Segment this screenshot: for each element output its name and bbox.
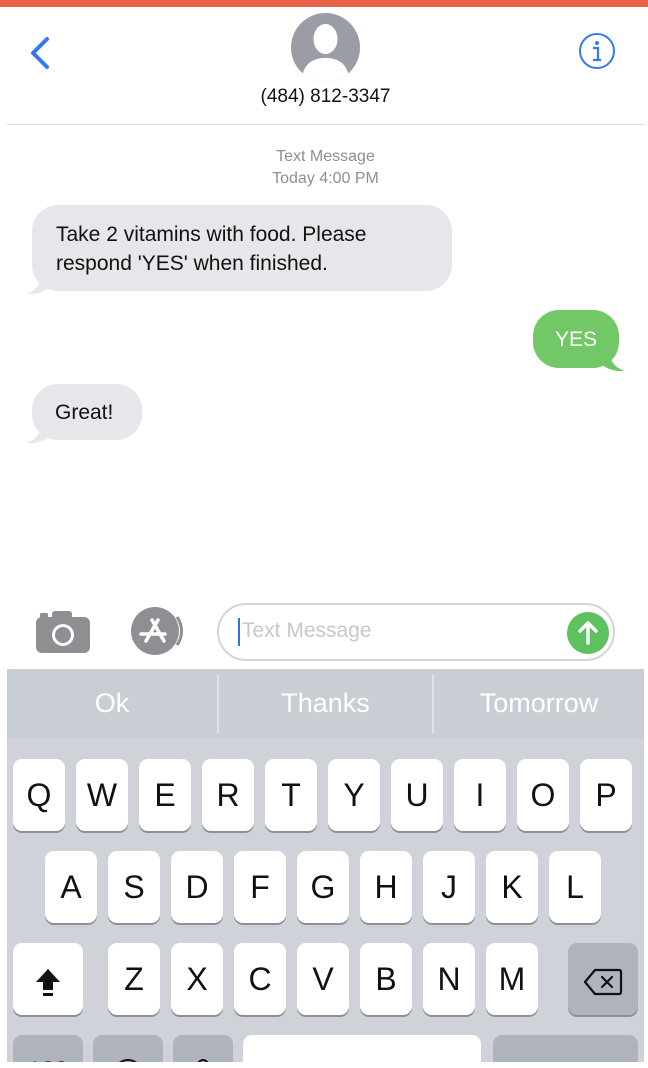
key-w[interactable]: W: [76, 759, 128, 831]
keyboard: Ok Thanks Tomorrow Q W E R T Y U I O P A…: [7, 669, 644, 1062]
key-t[interactable]: T: [265, 759, 317, 831]
message-input[interactable]: Text Message: [217, 603, 615, 661]
space-key[interactable]: space: [243, 1035, 481, 1062]
camera-icon: [36, 611, 90, 653]
message-service-label: Text Message: [276, 148, 375, 165]
key-o[interactable]: O: [517, 759, 569, 831]
send-button[interactable]: [567, 612, 609, 654]
chevron-left-icon: [31, 37, 49, 69]
key-u[interactable]: U: [391, 759, 443, 831]
message-bubble-incoming[interactable]: Take 2 vitamins with food. Please respon…: [32, 205, 452, 291]
emoji-key[interactable]: [93, 1035, 163, 1062]
microphone-icon: [197, 1058, 209, 1062]
text-caret: [238, 618, 240, 646]
contact-number[interactable]: (484) 812-3347: [7, 86, 644, 108]
camera-button[interactable]: [34, 607, 92, 655]
key-c[interactable]: C: [234, 943, 286, 1015]
message-bubble-outgoing[interactable]: YES: [533, 310, 619, 368]
message-timestamp: Today 4:00 PM: [272, 170, 379, 187]
person-silhouette-icon: [301, 24, 350, 82]
key-i[interactable]: I: [454, 759, 506, 831]
numbers-key[interactable]: 123: [13, 1035, 83, 1062]
key-a[interactable]: A: [45, 851, 97, 923]
key-k[interactable]: K: [486, 851, 538, 923]
suggestion-tomorrow[interactable]: Tomorrow: [434, 669, 644, 739]
info-button[interactable]: [577, 31, 617, 71]
app-store-button[interactable]: [125, 604, 189, 658]
key-m[interactable]: M: [486, 943, 538, 1015]
predictive-bar: Ok Thanks Tomorrow: [7, 669, 644, 739]
message-text-line: Take 2 vitamins with food. Please: [56, 223, 367, 246]
message-text-line: respond 'YES' when finished.: [56, 252, 328, 275]
key-e[interactable]: E: [139, 759, 191, 831]
app-store-icon: [131, 607, 184, 655]
info-circle-icon: [579, 33, 615, 69]
delete-key[interactable]: [568, 943, 638, 1015]
conversation-header: (484) 812-3347: [7, 7, 644, 125]
key-y[interactable]: Y: [328, 759, 380, 831]
backspace-icon: [583, 968, 623, 995]
return-key[interactable]: return: [493, 1035, 638, 1062]
key-d[interactable]: D: [171, 851, 223, 923]
key-n[interactable]: N: [423, 943, 475, 1015]
dictation-key[interactable]: [173, 1035, 233, 1062]
key-h[interactable]: H: [360, 851, 412, 923]
shift-key[interactable]: [13, 943, 83, 1015]
key-l[interactable]: L: [549, 851, 601, 923]
emoji-icon: [118, 1058, 138, 1062]
key-r[interactable]: R: [202, 759, 254, 831]
shift-arrow-icon: [36, 968, 60, 996]
key-q[interactable]: Q: [13, 759, 65, 831]
contact-avatar[interactable]: [291, 13, 360, 82]
suggestion-ok[interactable]: Ok: [7, 669, 217, 739]
suggestion-thanks[interactable]: Thanks: [219, 669, 432, 739]
key-j[interactable]: J: [423, 851, 475, 923]
message-input-placeholder: Text Message: [242, 619, 372, 642]
back-button[interactable]: [25, 31, 59, 75]
top-accent-bar: [0, 0, 648, 7]
key-z[interactable]: Z: [108, 943, 160, 1015]
message-text-line: YES: [554, 328, 598, 351]
key-x[interactable]: X: [171, 943, 223, 1015]
key-s[interactable]: S: [108, 851, 160, 923]
key-p[interactable]: P: [580, 759, 632, 831]
message-bubble-incoming[interactable]: Great!: [32, 384, 142, 440]
key-b[interactable]: B: [360, 943, 412, 1015]
message-text-line: Great!: [55, 401, 114, 424]
messages-screen: (484) 812-3347 Text Message Today 4:00 P…: [7, 7, 644, 1062]
key-v[interactable]: V: [297, 943, 349, 1015]
key-f[interactable]: F: [234, 851, 286, 923]
key-g[interactable]: G: [297, 851, 349, 923]
arrow-up-icon: [578, 621, 598, 645]
